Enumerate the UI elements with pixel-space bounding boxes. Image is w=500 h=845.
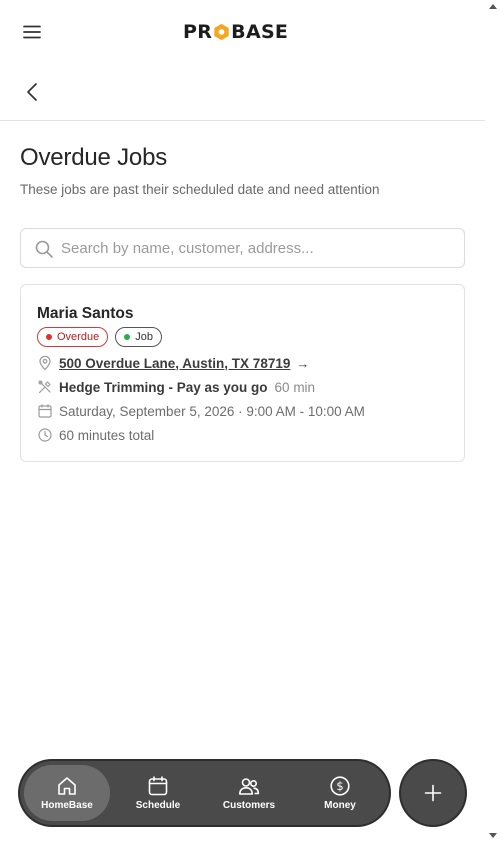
search-box (20, 228, 465, 268)
calendar-icon (148, 776, 168, 796)
top-bar: PR BASE (0, 0, 485, 64)
nav-item-money[interactable]: $ Money (297, 765, 383, 821)
map-pin-icon (39, 355, 51, 371)
vertical-scrollbar[interactable] (485, 0, 500, 845)
total-duration: 60 minutes total (59, 427, 155, 443)
overdue-jobs-screen: PR BASE Overdue Jobs These jobs are past… (0, 0, 485, 845)
address-link[interactable]: 500 Overdue Lane, Austin, TX 78719 (59, 356, 290, 371)
job-card[interactable]: Maria Santos Overdue Job 500 Overdue Lan… (20, 284, 465, 462)
dollar-circle-icon: $ (330, 776, 350, 796)
calendar-icon (38, 404, 52, 418)
nav-label: HomeBase (41, 800, 93, 811)
schedule-row: Saturday, September 5, 2026 · 9:00 AM - … (37, 403, 365, 419)
service-name: Hedge Trimming - Pay as you go (59, 379, 268, 395)
green-dot-icon (124, 334, 131, 340)
hamburger-menu-icon[interactable] (20, 20, 44, 44)
page-subtitle: These jobs are past their scheduled date… (20, 182, 380, 197)
service-duration: 60 min (274, 379, 316, 395)
customer-name: Maria Santos (37, 305, 134, 322)
plus-icon (424, 784, 442, 802)
red-dot-icon (46, 334, 52, 340)
back-navigation-row (0, 64, 485, 121)
nav-item-schedule[interactable]: Schedule (115, 765, 201, 821)
svg-text:$: $ (336, 779, 343, 793)
home-icon (58, 777, 76, 795)
nav-label: Money (324, 800, 356, 811)
scroll-down-arrow-icon[interactable] (489, 833, 497, 838)
nav-item-homebase[interactable]: HomeBase (24, 765, 110, 821)
schedule-datetime: Saturday, September 5, 2026 · 9:00 AM - … (59, 403, 365, 419)
address-row: 500 Overdue Lane, Austin, TX 78719 → (37, 355, 309, 371)
service-row: Hedge Trimming - Pay as you go 60 min (37, 379, 315, 395)
arrow-right-icon[interactable]: → (296, 356, 309, 371)
nav-label: Schedule (135, 800, 181, 811)
job-type-badge: Job (115, 327, 162, 347)
chevron-left-icon[interactable] (22, 81, 44, 103)
clock-icon (38, 428, 52, 442)
add-button[interactable] (401, 761, 465, 825)
nav-item-customers[interactable]: Customers (206, 765, 292, 821)
users-icon (239, 778, 260, 795)
total-time-row: 60 minutes total (37, 427, 154, 443)
status-badges: Overdue Job (37, 327, 162, 347)
nav-label: Customers (222, 800, 276, 811)
search-input[interactable] (61, 229, 456, 267)
tools-icon (38, 380, 51, 394)
probase-logo: PR BASE (183, 21, 289, 43)
overdue-badge: Overdue (37, 327, 109, 347)
search-icon (35, 240, 53, 258)
scroll-up-arrow-icon[interactable] (489, 4, 497, 9)
logo-hexagon-icon (214, 23, 229, 41)
page-title: Overdue Jobs (20, 144, 168, 171)
bottom-navigation: HomeBase Schedule Customers $ Money (20, 761, 389, 825)
